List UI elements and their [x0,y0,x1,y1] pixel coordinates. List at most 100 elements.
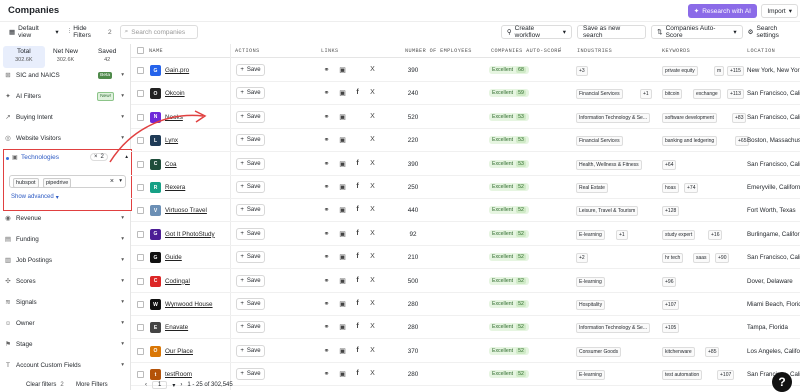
keyword-tag[interactable]: software development [662,112,717,123]
industry-tag[interactable]: E-learning [576,229,605,240]
website-link-icon[interactable]: ⚭ [322,323,331,331]
save-button[interactable]: + Save [236,204,265,217]
keyword-tag[interactable]: bitcoin [662,89,683,100]
x-twitter-icon[interactable]: X [368,183,377,190]
website-link-icon[interactable]: ⚭ [322,370,331,378]
column-location[interactable]: LOCATION [747,48,775,54]
search-input[interactable]: ⌕ Search companies [119,25,198,39]
save-button[interactable]: + Save [236,321,265,334]
website-link-icon[interactable]: ⚭ [322,113,331,121]
facebook-icon[interactable]: f [353,370,362,377]
industry-tag[interactable]: E-learning [576,370,605,381]
stat-saved[interactable]: Saved 42 [86,46,128,68]
tag-pipedrive[interactable]: pipedrive [43,178,72,188]
create-workflow-button[interactable]: ⚲ Create workflow ▾ [500,25,573,39]
x-twitter-icon[interactable]: X [368,206,377,213]
x-twitter-icon[interactable]: X [368,160,377,167]
column-auto-score[interactable]: COMPANIES AUTO-SCORE [491,48,561,54]
industry-tag[interactable]: E-learning [576,276,605,287]
linkedin-building-icon[interactable]: ▣ [338,136,347,144]
filter-funding[interactable]: ▤ Funding ▾ [4,232,126,246]
website-link-icon[interactable]: ⚭ [322,66,331,74]
row-checkbox[interactable] [137,184,144,191]
show-advanced-link[interactable]: Show advanced ▾ [11,194,59,201]
company-name-link[interactable]: testRoom [165,371,192,378]
x-twitter-icon[interactable]: X [368,253,377,260]
website-link-icon[interactable]: ⚭ [322,160,331,168]
linkedin-building-icon[interactable]: ▣ [338,300,347,308]
technologies-count-chip[interactable]: × 2 [90,153,108,161]
facebook-icon[interactable]: f [353,183,362,190]
default-view-dropdown[interactable]: ▦ Default view ▾ [9,25,59,39]
more-filters-button[interactable]: More Filters [76,382,108,388]
facebook-icon[interactable]: f [353,323,362,330]
page-number-select[interactable]: 1 [152,381,168,389]
save-button[interactable]: + Save [236,134,265,147]
company-name-link[interactable]: Wynwood House [165,301,213,308]
company-name-link[interactable]: Got It PhotoStudy [165,231,215,238]
row-checkbox[interactable] [137,113,144,121]
industry-tag[interactable]: Health, Wellness & Fitness [576,159,642,170]
chevron-left-icon[interactable]: ‹ [145,382,147,388]
sort-down-icon[interactable]: ↓ [558,46,563,54]
company-name-link[interactable]: Lynx [165,137,178,144]
keyword-more-count[interactable]: +83 [732,112,747,123]
industry-tag[interactable]: +3 [576,66,588,76]
save-button[interactable]: + Save [236,298,265,310]
industry-tag[interactable]: +2 [576,253,588,264]
company-name-link[interactable]: Guide [165,254,182,261]
x-twitter-icon[interactable]: X [368,230,377,237]
keyword-tag[interactable]: test automation [662,370,703,381]
facebook-icon[interactable]: f [353,206,362,213]
save-button[interactable]: + Save [236,110,265,123]
filter-signals[interactable]: ≋ Signals ▾ [4,295,126,309]
clear-filters-button[interactable]: Clear filters 2 [26,382,64,388]
row-checkbox[interactable] [137,371,144,379]
stat-total[interactable]: Total 302.6K [3,46,45,68]
keyword-more-count[interactable]: +105 [662,323,680,334]
sort-dropdown[interactable]: ⇅ Companies Auto-Score ▾ [651,25,743,39]
industry-tag[interactable]: Consumer Goods [576,346,622,357]
facebook-icon[interactable]: f [353,230,362,237]
keyword-tag[interactable]: kitchenware [662,346,695,357]
column-industries[interactable]: INDUSTRIES [577,48,612,54]
row-checkbox[interactable] [137,324,144,332]
filter-website-visitors[interactable]: ◎ Website Visitors ▾ [4,131,126,145]
chevron-right-icon[interactable]: › [180,382,182,388]
keyword-tag[interactable]: m [714,66,725,76]
row-checkbox[interactable] [137,137,144,145]
website-link-icon[interactable]: ⚭ [322,300,331,308]
research-with-ai-button[interactable]: ✦ Research with AI [687,4,757,18]
save-as-new-search-button[interactable]: Save as new search [577,25,647,39]
filter-buying-intent[interactable]: ↗ Buying Intent ▾ [4,110,126,124]
industry-tag[interactable]: Financial Services [576,89,623,100]
close-icon[interactable]: × [94,154,98,160]
save-button[interactable]: + Save [236,227,265,240]
website-link-icon[interactable]: ⚭ [322,347,331,355]
linkedin-building-icon[interactable]: ▣ [338,253,347,261]
facebook-icon[interactable]: f [353,277,362,284]
x-twitter-icon[interactable]: X [368,277,377,284]
hide-filters-button[interactable]: ⫶ Hide Filters 2 [69,25,112,39]
linkedin-building-icon[interactable]: ▣ [338,160,347,168]
chevron-down-icon[interactable]: ▾ [172,382,175,389]
search-settings-button[interactable]: ⚙ Search settings [748,25,800,39]
save-button[interactable]: + Save [236,344,265,357]
save-button[interactable]: + Save [236,64,265,76]
keyword-more-count[interactable]: +16 [708,229,723,240]
save-button[interactable]: + Save [236,87,265,100]
x-twitter-icon[interactable]: X [368,89,377,96]
technologies-select[interactable]: hubspot pipedrive × ▾ [9,175,126,188]
save-button[interactable]: + Save [236,157,265,170]
keyword-more-count[interactable]: +107 [662,300,680,310]
linkedin-building-icon[interactable]: ▣ [338,66,347,74]
facebook-icon[interactable]: f [353,160,362,167]
filter-job-postings[interactable]: ▥ Job Postings ▾ [4,253,126,267]
keyword-more-count[interactable]: +74 [684,183,699,193]
row-checkbox[interactable] [137,207,144,215]
filter-scores[interactable]: ✣ Scores ▾ [4,274,126,288]
industry-tag[interactable]: Financial Services [576,136,623,147]
column-name[interactable]: NAME [149,48,163,54]
tag-hubspot[interactable]: hubspot [13,178,39,188]
keyword-tag[interactable]: private equity [662,66,698,76]
